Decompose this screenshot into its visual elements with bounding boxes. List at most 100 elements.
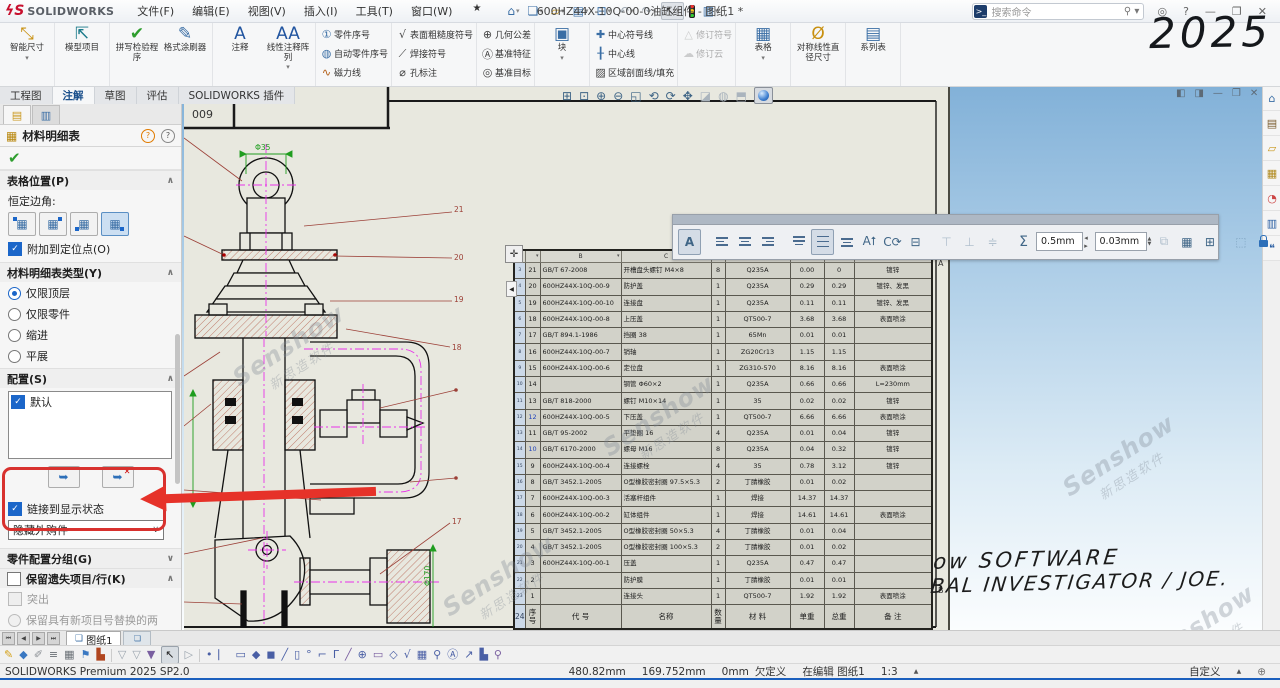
bom-cell[interactable]: 防护膜	[621, 572, 711, 588]
geometric-tolerance-button[interactable]: ⊕几何公差	[480, 25, 531, 44]
bom-cell[interactable]: 8	[711, 263, 725, 279]
fit-text-button[interactable]: ⊟	[905, 230, 926, 254]
centerline-button[interactable]: ╂中心线	[593, 44, 635, 63]
vline-icon[interactable]: ⎸	[218, 647, 229, 663]
bom-cell[interactable]: 连接头	[621, 588, 711, 604]
radio-flattened[interactable]: 平展	[0, 345, 181, 366]
radio-top-level-only[interactable]: 仅限顶层	[0, 282, 181, 303]
bom-cell[interactable]: 1.15	[824, 344, 854, 360]
search-input[interactable]: >_ 搜索命令 ⚲ ▾	[972, 3, 1144, 20]
filter-button[interactable]: ▼	[1276, 230, 1280, 254]
row-spacing-arrows[interactable]: ◂ ▸	[1084, 234, 1092, 250]
viewport-minimize-button[interactable]: —	[1213, 88, 1223, 99]
bom-row[interactable]: 816600HZ44X-10Q-00-7销轴1ZG20Cr131.151.15	[514, 344, 932, 360]
bom-cell[interactable]: 8.16	[824, 360, 854, 376]
bom-cell[interactable]: 1	[711, 409, 725, 425]
menu-view[interactable]: 视图(V)	[239, 3, 295, 19]
bom-cell[interactable]: 定位盘	[621, 360, 711, 376]
bom-cell[interactable]: 表面喷涂	[854, 409, 932, 425]
bom-cell[interactable]: 0.02	[824, 474, 854, 490]
bom-cell[interactable]: QT500-7	[725, 311, 790, 327]
use-document-font-button[interactable]: A	[678, 229, 701, 255]
bom-cell[interactable]: 17	[514, 491, 525, 507]
magnify-icon[interactable]: ⚲	[433, 647, 441, 663]
bom-cell[interactable]: 11	[525, 425, 540, 441]
bom-cell[interactable]: 1	[711, 507, 725, 523]
bom-row[interactable]: 618600HZ44X-10Q-00-8上压盖1QT500-73.683.68表…	[514, 311, 932, 327]
bom-cell[interactable]: 钢管 Φ60×2	[621, 377, 711, 393]
bom-cell[interactable]: 0.04	[824, 523, 854, 539]
bom-cell[interactable]: 镀锌、发黑	[854, 279, 932, 295]
gem-icon[interactable]: ◆	[252, 647, 260, 663]
polish-icon[interactable]: ◇	[389, 647, 397, 663]
datum-target-button[interactable]: ◎基准目标	[480, 63, 531, 82]
zoom-sel-icon[interactable]: ⚲	[494, 647, 502, 663]
select-arrow-icon[interactable]: ↖	[161, 646, 178, 664]
status-unit-system[interactable]: 自定义	[1189, 664, 1221, 679]
bom-cell[interactable]: 1	[525, 588, 540, 604]
bom-cell[interactable]: O型橡胶密封圈 97.5×5.3	[621, 474, 711, 490]
bom-cell[interactable]: 防护盖	[621, 279, 711, 295]
bom-cell[interactable]: 23	[514, 588, 525, 604]
strikeout-checkbox[interactable]: 突出	[0, 588, 57, 608]
border-thickness-spinner[interactable]: 0.03mm ▲▼	[1095, 232, 1152, 251]
tag-globe-icon[interactable]: ⊕	[1257, 666, 1266, 678]
bom-cell[interactable]: 镀锌	[854, 442, 932, 458]
bom-cell[interactable]: Q235A	[725, 442, 790, 458]
bom-cell[interactable]: 1	[711, 572, 725, 588]
paint-tools-icon[interactable]: ✎	[4, 647, 13, 663]
box-icon[interactable]: ◼	[266, 647, 275, 663]
select-cursor-icon[interactable]: ↖▾	[661, 2, 684, 20]
bom-cell[interactable]: 14.37	[824, 491, 854, 507]
bom-header-cell[interactable]: 总重	[824, 605, 854, 630]
bom-cell[interactable]: 4	[711, 523, 725, 539]
bom-cell[interactable]: 1.15	[790, 344, 824, 360]
bom-cell[interactable]: 600HZ44X-10Q-00-5	[540, 409, 621, 425]
bom-cell[interactable]: 8	[711, 442, 725, 458]
bom-cell[interactable]: 12	[514, 409, 525, 425]
bom-cell[interactable]: 0.78	[790, 458, 824, 474]
bom-cell[interactable]: 10	[525, 442, 540, 458]
zoom-out-icon[interactable]: ⊖	[613, 89, 623, 103]
bom-cell[interactable]: 镀锌	[854, 425, 932, 441]
bom-cell[interactable]: 1	[711, 328, 725, 344]
bom-cell[interactable]: 4	[711, 458, 725, 474]
border-thickness-value[interactable]: 0.03mm	[1095, 232, 1147, 251]
balloon-button[interactable]: ①零件序号	[319, 25, 370, 44]
bom-cell[interactable]: QT500-7	[725, 588, 790, 604]
bom-cell[interactable]: 8	[525, 474, 540, 490]
hatch-tool-icon[interactable]: ▦	[64, 647, 74, 663]
bom-cell[interactable]: O型橡胶密封圈 50×5.3	[621, 523, 711, 539]
filter-b-icon[interactable]: ▽	[132, 647, 140, 663]
bom-row[interactable]: 204GB/T 3452.1-2005O型橡胶密封圈 100×5.32丁腈橡胶0…	[514, 540, 932, 556]
bom-cell[interactable]	[540, 572, 621, 588]
flag-note-icon[interactable]: ⚑	[81, 647, 91, 663]
bom-cell[interactable]: QT500-7	[725, 409, 790, 425]
menu-tools[interactable]: 工具(T)	[347, 3, 402, 19]
bom-cell[interactable]: 16	[525, 344, 540, 360]
bom-cell[interactable]: 0.01	[824, 328, 854, 344]
section-configurations[interactable]: 配置(S)∧	[0, 368, 181, 388]
filter-a-icon[interactable]: ▽	[118, 647, 126, 663]
viewport-restore-button[interactable]: ❐	[1232, 88, 1241, 99]
bom-cell[interactable]: 平垫圈 16	[621, 425, 711, 441]
tables-button[interactable]: ▦表格▾	[739, 24, 787, 62]
bom-row[interactable]: 915600HZ44X-10Q-00-6定位盘1ZG310-5708.168.1…	[514, 360, 932, 376]
bom-cell[interactable]: 表面喷涂	[854, 588, 932, 604]
bom-cell[interactable]: 0.29	[790, 279, 824, 295]
bom-cell[interactable]: 6	[514, 311, 525, 327]
bom-row[interactable]: 231连接头1QT500-71.921.92表面喷涂	[514, 588, 932, 604]
menu-window[interactable]: 窗口(W)	[402, 3, 461, 19]
bom-cell[interactable]: 3.68	[824, 311, 854, 327]
taskpane-view-palette-icon[interactable]: ▦	[1263, 161, 1280, 186]
bom-cell[interactable]: GB/T 818-2000	[540, 393, 621, 409]
row-spacing-spinner[interactable]: 0.5mm ◂ ▸	[1036, 232, 1093, 251]
bom-cell[interactable]: 0.00	[790, 263, 824, 279]
bom-cell[interactable]: 下压盖	[621, 409, 711, 425]
hide-items-icon[interactable]: ◪	[700, 89, 711, 103]
bom-cell[interactable]: 6.66	[824, 409, 854, 425]
status-sheet-scale[interactable]: 1:3	[881, 666, 898, 678]
pin-menu-icon[interactable]: ★	[463, 3, 490, 19]
center-mark-button[interactable]: ✚中心符号线	[593, 25, 653, 44]
bom-cell[interactable]	[854, 328, 932, 344]
